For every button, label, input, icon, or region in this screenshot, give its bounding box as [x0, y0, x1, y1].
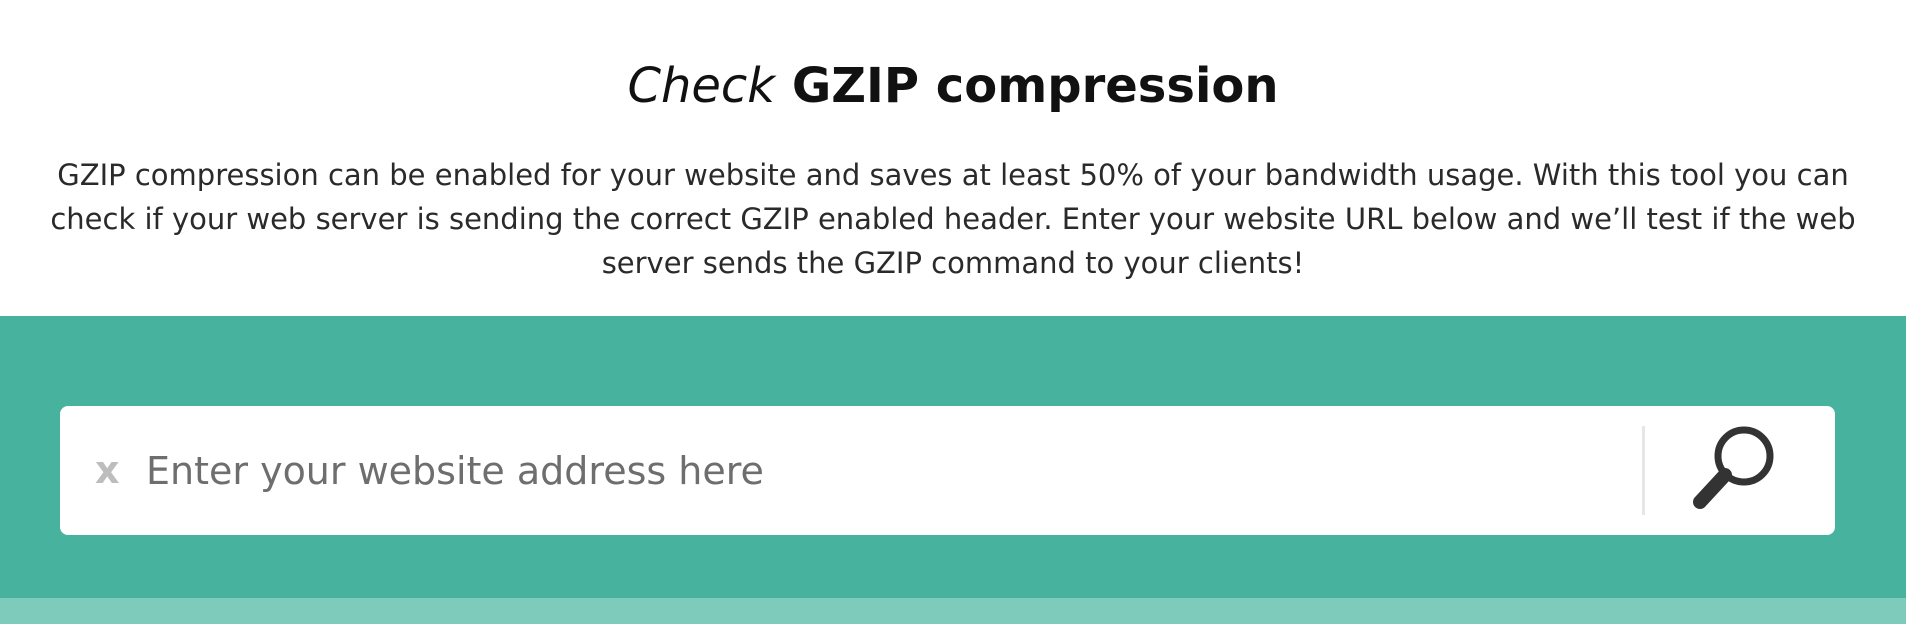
divider: [1642, 426, 1645, 515]
intro-text: GZIP compression can be enabled for your…: [50, 158, 1856, 280]
page: Check GZIP compression GZIP compression …: [0, 0, 1906, 624]
page-title: Check GZIP compression: [0, 54, 1906, 118]
website-url-input[interactable]: [146, 428, 1666, 513]
search-button[interactable]: [1674, 420, 1794, 520]
clear-button[interactable]: x: [95, 406, 120, 535]
title-light: Check: [627, 58, 776, 115]
band-bottom-strip: [0, 598, 1906, 624]
search-box: x: [60, 406, 1835, 535]
search-icon: [1693, 426, 1774, 509]
title-bold: GZIP compression: [791, 58, 1279, 115]
